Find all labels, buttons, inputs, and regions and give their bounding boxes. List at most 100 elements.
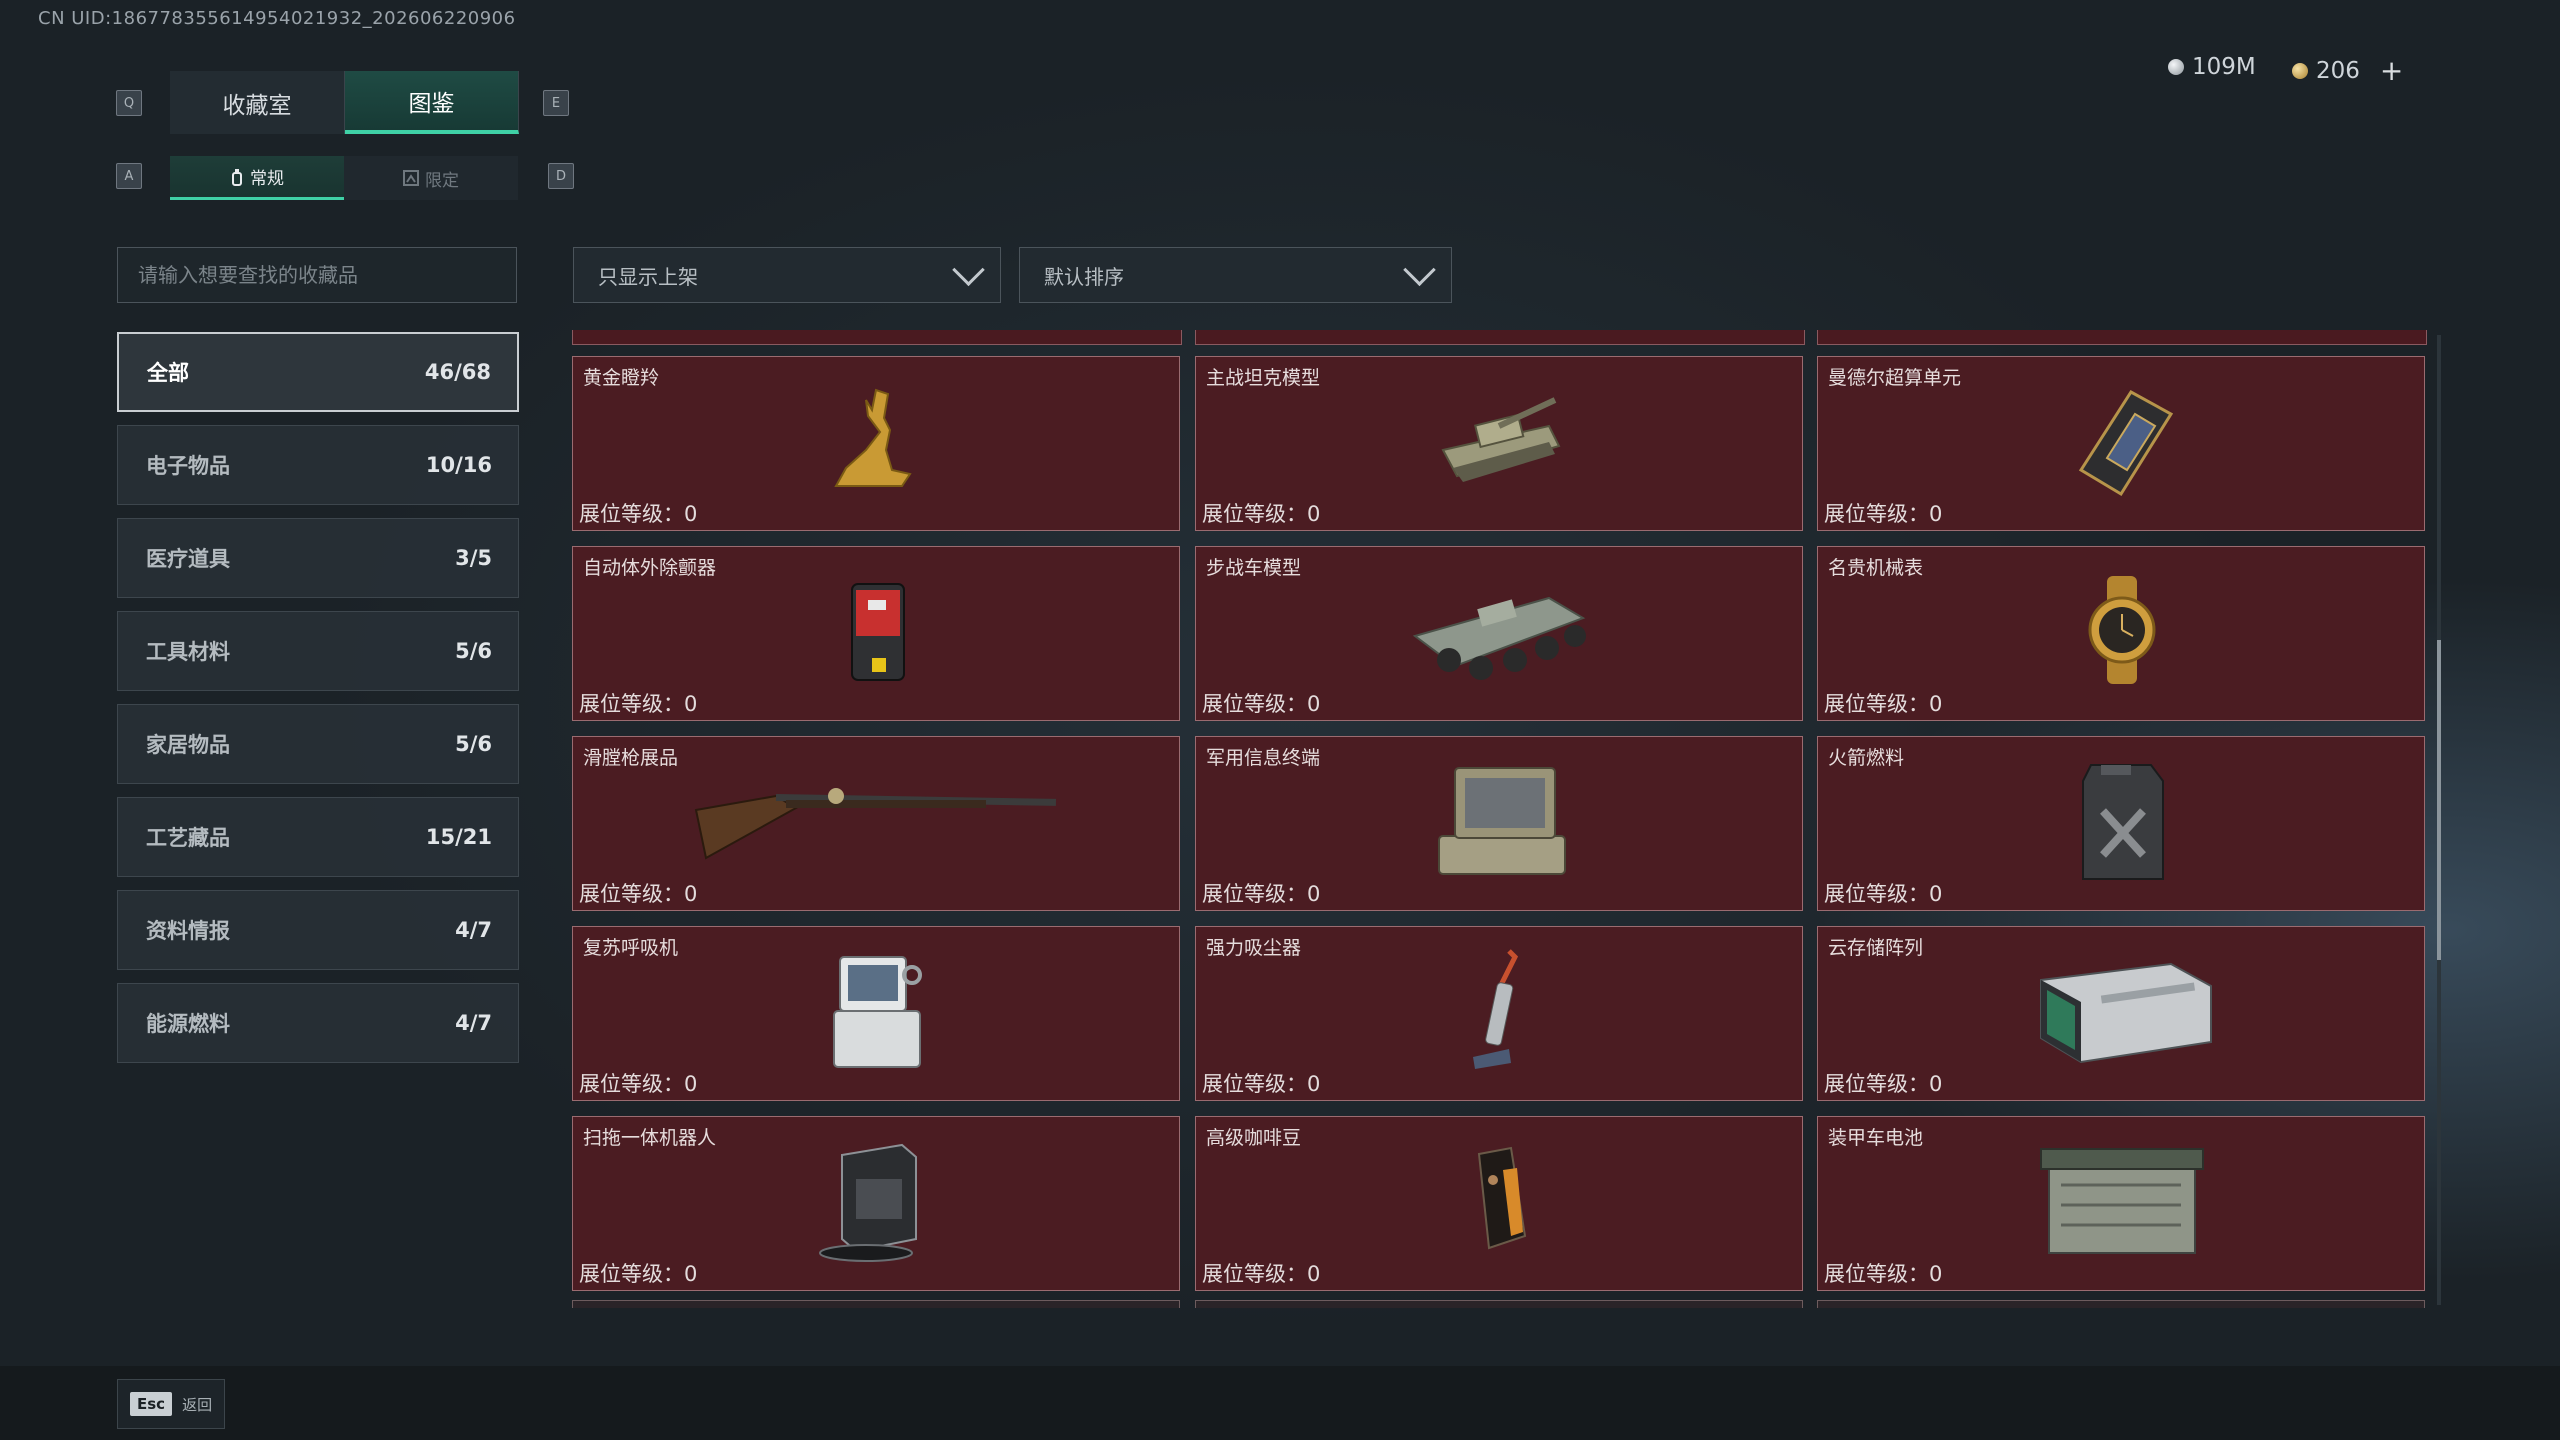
category-count: 5/6 (455, 732, 492, 756)
user-uid: CN UID:18677835561495402193​2_2026062209… (38, 8, 516, 29)
level-value: 0 (1929, 1262, 1943, 1286)
shelf-filter-dropdown[interactable]: 只显示上架 (573, 247, 1001, 303)
level-value: 0 (684, 1072, 698, 1096)
partial-card (1817, 1300, 2425, 1308)
tab-limited-label: 限定 (425, 170, 459, 191)
grid-scrollbar-thumb[interactable] (2437, 640, 2441, 960)
category-label: 医疗道具 (146, 547, 230, 571)
category-all[interactable]: 全部 46/68 (117, 332, 519, 412)
item-card[interactable]: 火箭燃料 展位等级：0 (1817, 736, 2425, 911)
military-terminal-icon (1438, 766, 1566, 875)
level-value: 0 (1307, 1262, 1321, 1286)
search-input[interactable] (117, 247, 517, 303)
key-hint-a: A (116, 163, 142, 189)
category-crafts[interactable]: 工艺藏品 15/21 (117, 797, 519, 877)
category-medical[interactable]: 医疗道具 3/5 (117, 518, 519, 598)
item-level: 展位等级：0 (579, 498, 697, 528)
category-energy[interactable]: 能源燃料 4/7 (117, 983, 519, 1063)
partial-card (572, 1300, 1180, 1308)
item-card[interactable]: 高级咖啡豆 展位等级：0 (1195, 1116, 1803, 1291)
back-label: 返回 (182, 1395, 213, 1414)
item-card[interactable]: 云存储阵列 展位等级：0 (1817, 926, 2425, 1101)
item-card[interactable]: 军用信息终端 展位等级：0 (1195, 736, 1803, 911)
item-grid[interactable]: 黄金瞪羚 展位等级：0 主战坦克模型 展位等级：0 曼德尔超算单元 展位等级：0… (572, 330, 2427, 1308)
category-count: 4/7 (455, 918, 492, 942)
item-level: 展位等级：0 (579, 1258, 697, 1288)
item-level: 展位等级：0 (1824, 878, 1942, 908)
item-card[interactable]: 强力吸尘器 展位等级：0 (1195, 926, 1803, 1101)
item-card[interactable]: 滑膛枪展品 展位等级：0 (572, 736, 1180, 911)
item-card[interactable]: 自动体外除颤器 展位等级：0 (572, 546, 1180, 721)
item-card[interactable]: 主战坦克模型 展位等级：0 (1195, 356, 1803, 531)
category-label: 家居物品 (146, 733, 230, 757)
category-count: 4/7 (455, 1011, 492, 1035)
partial-card (1195, 1300, 1803, 1308)
key-hint-e: E (543, 90, 569, 116)
category-label: 工艺藏品 (146, 826, 230, 850)
item-card[interactable]: 曼德尔超算单元 展位等级：0 (1817, 356, 2425, 531)
tab-limited[interactable]: 限定 (344, 156, 518, 200)
level-label: 展位等级： (1824, 882, 1929, 906)
vacuum-cleaner-icon (1473, 948, 1519, 1069)
limited-icon (403, 170, 419, 186)
item-card[interactable]: 装甲车电池 展位等级：0 (1817, 1116, 2425, 1291)
item-card[interactable]: 黄金瞪羚 展位等级：0 (572, 356, 1180, 531)
level-label: 展位等级： (1824, 692, 1929, 716)
category-count: 10/16 (425, 453, 492, 477)
add-currency-button[interactable]: + (2380, 54, 2403, 87)
item-level: 展位等级：0 (1202, 878, 1320, 908)
tab-catalog[interactable]: 图鉴 (345, 71, 519, 134)
level-value: 0 (684, 1262, 698, 1286)
item-card[interactable]: 步战车模型 展位等级：0 (1195, 546, 1803, 721)
level-label: 展位等级： (1202, 1072, 1307, 1096)
category-count: 3/5 (455, 546, 492, 570)
level-value: 0 (684, 502, 698, 526)
category-list: 全部 46/68 电子物品 10/16 医疗道具 3/5 工具材料 5/6 家居物品 5/… (117, 332, 519, 1076)
level-label: 展位等级： (579, 502, 684, 526)
ifv-model-icon (1412, 596, 1586, 680)
gold-amount: 206 (2316, 57, 2360, 84)
category-tools[interactable]: 工具材料 5/6 (117, 611, 519, 691)
category-electronics[interactable]: 电子物品 10/16 (117, 425, 519, 505)
level-label: 展位等级： (579, 1072, 684, 1096)
item-level: 展位等级：0 (579, 688, 697, 718)
level-value: 0 (1307, 502, 1321, 526)
level-value: 0 (1929, 882, 1943, 906)
tab-collection-room[interactable]: 收藏室 (170, 71, 345, 134)
category-label: 能源燃料 (146, 1012, 230, 1036)
tab-regular[interactable]: 常规 (170, 156, 344, 200)
partial-card (572, 330, 1182, 345)
item-card[interactable]: 名贵机械表 展位等级：0 (1817, 546, 2425, 721)
sort-dropdown[interactable]: 默认排序 (1019, 247, 1452, 303)
level-label: 展位等级： (1202, 882, 1307, 906)
gold-coin-icon (2292, 62, 2308, 79)
category-label: 电子物品 (146, 454, 230, 478)
main-tabs: 收藏室 图鉴 (170, 71, 519, 134)
level-label: 展位等级： (1202, 1262, 1307, 1286)
tank-model-icon (1441, 396, 1561, 482)
chevron-down-icon (1403, 253, 1436, 286)
item-card[interactable]: 复苏呼吸机 展位等级：0 (572, 926, 1180, 1101)
item-level: 展位等级：0 (1824, 1258, 1942, 1288)
partial-card (1817, 330, 2427, 345)
footer-bar (0, 1366, 2560, 1440)
rocket-fuel-icon (2082, 763, 2164, 880)
key-hint-q: Q (116, 90, 142, 116)
item-card[interactable]: 扫拖一体机器人 展位等级：0 (572, 1116, 1180, 1291)
level-value: 0 (1929, 692, 1943, 716)
silver-coin-icon (2168, 59, 2184, 75)
sub-tabs: 常规 限定 (170, 156, 518, 200)
category-intel[interactable]: 资料情报 4/7 (117, 890, 519, 970)
level-label: 展位等级： (1202, 502, 1307, 526)
back-button[interactable]: Esc 返回 (117, 1379, 226, 1429)
item-level: 展位等级：0 (1202, 498, 1320, 528)
item-level: 展位等级：0 (579, 878, 697, 908)
level-value: 0 (1929, 502, 1943, 526)
level-value: 0 (1307, 692, 1321, 716)
level-value: 0 (684, 692, 698, 716)
category-household[interactable]: 家居物品 5/6 (117, 704, 519, 784)
key-hint-d: D (548, 163, 574, 189)
level-label: 展位等级： (579, 882, 684, 906)
armored-battery-icon (2040, 1147, 2204, 1254)
level-label: 展位等级： (1824, 1072, 1929, 1096)
